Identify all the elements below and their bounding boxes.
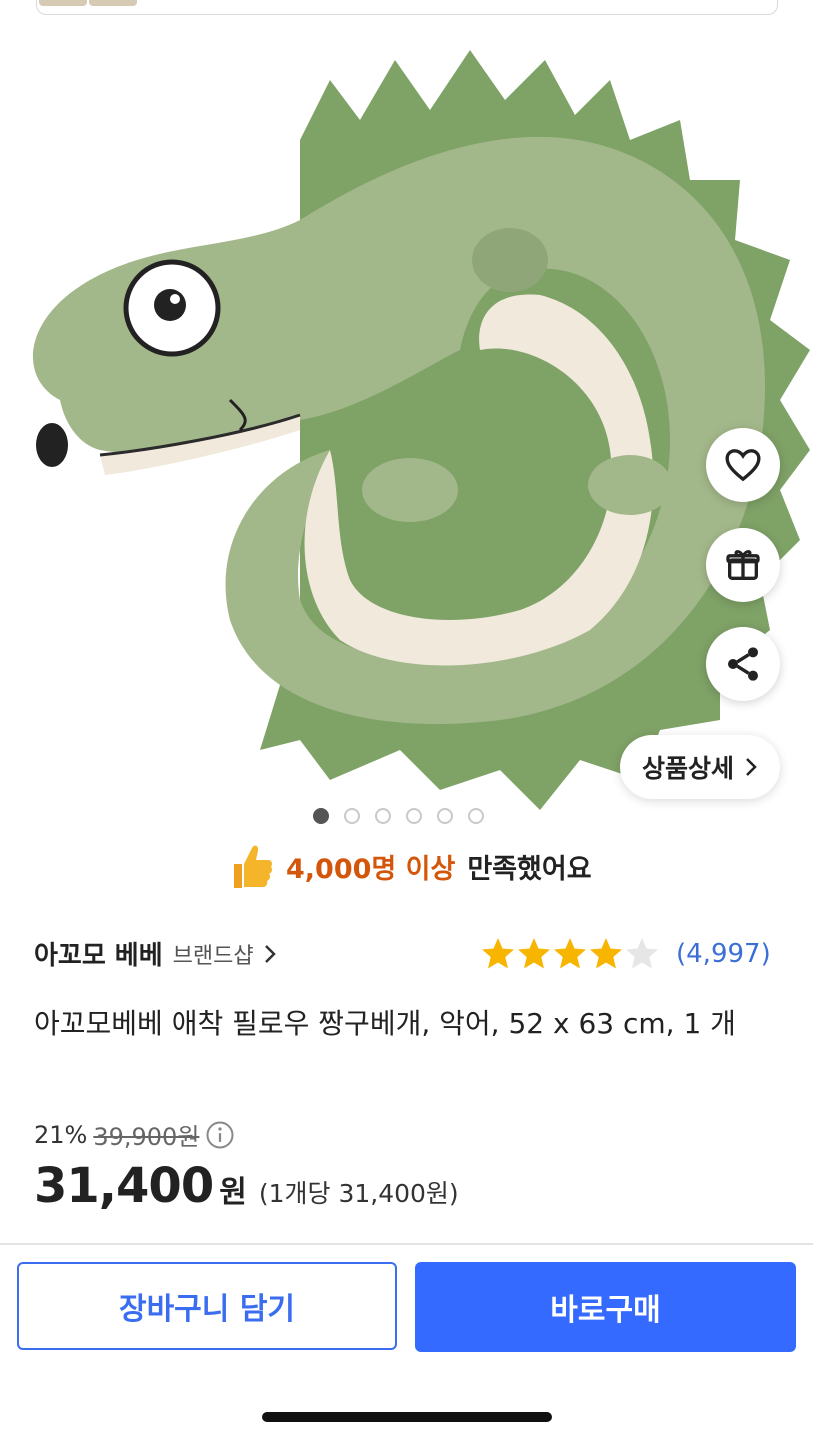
sale-price: 31,400 — [34, 1158, 214, 1214]
image-pagination — [313, 808, 484, 824]
brand-shop-link[interactable]: 브랜드샵 — [173, 938, 254, 970]
gift-icon — [726, 550, 760, 580]
thumbnail[interactable] — [39, 0, 87, 6]
buy-now-button[interactable]: 바로구매 — [415, 1262, 796, 1352]
satisfaction-count: 4,000명 이상 — [286, 853, 456, 885]
gift-button[interactable] — [706, 528, 780, 602]
thumbnail-strip — [36, 0, 778, 15]
original-price: 39,900원 — [93, 1123, 200, 1151]
pagination-dot[interactable] — [344, 808, 360, 824]
discount-rate: 21% — [34, 1120, 88, 1149]
brand-name: 아꼬모 베베 — [34, 941, 163, 971]
satisfaction-text: 만족했어요 — [467, 853, 592, 885]
home-indicator — [262, 1412, 552, 1422]
discount-row: 21% 39,900원 — [34, 1117, 235, 1152]
chevron-right-icon — [746, 758, 757, 776]
product-detail-label: 상품상세 — [641, 754, 734, 783]
info-icon[interactable] — [205, 1120, 235, 1150]
pagination-dot[interactable] — [468, 808, 484, 824]
rating[interactable]: (4,997) — [480, 936, 771, 972]
chevron-right-icon — [264, 944, 276, 963]
star-rating-icon — [482, 938, 658, 969]
product-image[interactable] — [0, 20, 813, 810]
review-count[interactable]: (4,997) — [676, 939, 771, 969]
heart-icon — [725, 449, 761, 482]
pagination-dot[interactable] — [437, 808, 453, 824]
pagination-dot[interactable] — [375, 808, 391, 824]
pagination-dot[interactable] — [313, 808, 329, 824]
brand-row[interactable]: 아꼬모 베베 브랜드샵 — [34, 935, 276, 972]
product-title: 아꼬모베베 애착 필로우 짱구베개, 악어, 52 x 63 cm, 1 개 — [34, 1007, 736, 1040]
share-button[interactable] — [706, 627, 780, 701]
price-row: 31,400 원 (1개당 31,400원) — [34, 1158, 459, 1214]
product-detail-button[interactable]: 상품상세 — [620, 735, 780, 799]
wishlist-button[interactable] — [706, 428, 780, 502]
thumbs-up-icon — [234, 845, 273, 888]
thumbnail[interactable] — [89, 0, 137, 6]
unit-price: (1개당 31,400원) — [258, 1179, 459, 1208]
divider — [0, 1243, 813, 1245]
currency-unit: 원 — [219, 1175, 247, 1210]
add-to-cart-button[interactable]: 장바구니 담기 — [17, 1262, 397, 1350]
share-icon — [728, 647, 758, 681]
pagination-dot[interactable] — [406, 808, 422, 824]
satisfaction-banner: 4,000명 이상 만족했어요 — [230, 842, 592, 890]
